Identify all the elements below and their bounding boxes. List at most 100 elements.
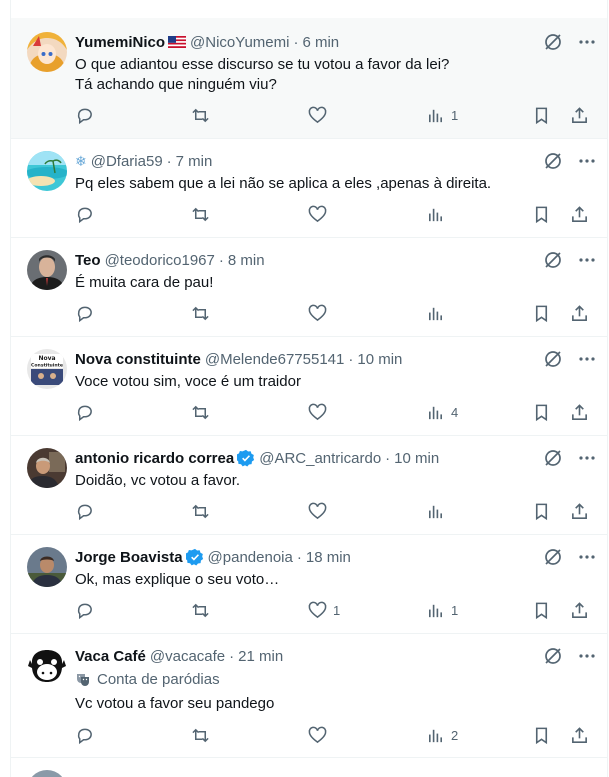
display-name[interactable]: Jorge Boavista (75, 549, 183, 566)
share-button[interactable] (570, 106, 589, 125)
tweet[interactable]: antonio ricardo correa @ARC_antricardo ·… (11, 436, 607, 535)
avatar[interactable] (27, 32, 67, 72)
grok-icon[interactable] (543, 349, 563, 369)
verified-badge-icon[interactable] (237, 449, 255, 467)
theater-masks-icon (77, 674, 89, 686)
like-button[interactable]: 1 (308, 601, 340, 620)
avatar[interactable] (27, 250, 67, 290)
repost-button[interactable] (191, 403, 210, 422)
timestamp[interactable]: 10 min (357, 351, 402, 368)
bookmark-button[interactable] (532, 502, 551, 521)
timestamp[interactable]: 6 min (302, 34, 339, 51)
repost-button[interactable] (191, 304, 210, 323)
tweet[interactable]: Vaca Café @vacacafe · 21 min Conta de pa… (11, 634, 607, 758)
more-icon[interactable] (577, 349, 597, 369)
repost-button[interactable] (191, 726, 210, 745)
like-button[interactable] (308, 502, 333, 521)
like-button[interactable] (308, 205, 333, 224)
more-icon[interactable] (577, 151, 597, 171)
tweet[interactable]: Teo @teodorico1967 · 8 min É muita cara … (11, 238, 607, 337)
reply-button[interactable] (75, 403, 94, 422)
display-name[interactable]: YumemiNico (75, 34, 165, 51)
reply-button[interactable] (75, 502, 94, 521)
share-button[interactable] (570, 726, 589, 745)
handle[interactable]: @NicoYumemi (190, 34, 289, 51)
handle[interactable]: @vacacafe (150, 648, 225, 665)
tweet-text-line: Pq eles sabem que a lei não se aplica a … (75, 175, 492, 192)
tweet[interactable]: Nova Constituinte Nova constituinte @Mel… (11, 337, 607, 436)
avatar[interactable] (27, 547, 67, 587)
grok-icon[interactable] (543, 32, 563, 52)
bookmark-button[interactable] (532, 106, 551, 125)
timestamp[interactable]: 18 min (306, 549, 351, 566)
repost-button[interactable] (191, 601, 210, 620)
share-button[interactable] (570, 205, 589, 224)
share-button[interactable] (570, 601, 589, 620)
share-button[interactable] (570, 304, 589, 323)
more-icon[interactable] (577, 32, 597, 52)
bookmark-button[interactable] (532, 304, 551, 323)
timestamp[interactable]: 8 min (228, 252, 265, 269)
views-button[interactable] (426, 205, 451, 224)
views-button[interactable]: 1 (426, 601, 458, 620)
views-button[interactable] (426, 304, 451, 323)
display-name[interactable]: Teo (75, 252, 101, 269)
bookmark-button[interactable] (532, 726, 551, 745)
handle[interactable]: @Melende67755141 (205, 351, 345, 368)
reply-button[interactable] (75, 304, 94, 323)
handle[interactable]: @Dfaria59 (91, 153, 163, 170)
repost-button[interactable] (191, 502, 210, 521)
tweet[interactable]: Jorge Boavista @pandenoia · 18 min Ok, m… (11, 535, 607, 634)
like-button[interactable] (308, 403, 333, 422)
handle[interactable]: @teodorico1967 (105, 252, 215, 269)
timestamp[interactable]: 21 min (238, 648, 283, 665)
heart-icon (308, 726, 327, 744)
reply-button[interactable] (75, 205, 94, 224)
avatar[interactable] (27, 770, 67, 777)
views-button[interactable]: 1 (426, 106, 458, 125)
grok-icon[interactable] (543, 646, 563, 666)
grok-icon[interactable] (543, 250, 563, 270)
tweet-text-line: Doidão, vc votou a favor. (75, 472, 241, 489)
reply-button[interactable] (75, 726, 94, 745)
more-icon[interactable] (577, 646, 597, 666)
reply-button[interactable] (75, 601, 94, 620)
tweet[interactable]: ❄ @Dfaria59 · 7 min Pq eles sabem que a … (11, 139, 607, 238)
avatar[interactable] (27, 448, 67, 488)
share-button[interactable] (570, 403, 589, 422)
verified-badge-icon[interactable] (185, 548, 204, 566)
handle[interactable]: @ARC_antricardo (259, 450, 381, 467)
like-button[interactable] (308, 304, 333, 323)
grok-icon[interactable] (543, 151, 563, 171)
display-name[interactable]: antonio ricardo correa (75, 450, 234, 467)
grok-icon[interactable] (543, 448, 563, 468)
repost-button[interactable] (191, 205, 210, 224)
display-name[interactable]: Nova constituinte (75, 351, 201, 368)
reply-button[interactable] (75, 106, 94, 125)
handle[interactable]: @pandenoia (208, 549, 293, 566)
grok-icon[interactable] (543, 547, 563, 567)
like-button[interactable] (308, 106, 333, 125)
more-icon[interactable] (577, 250, 597, 270)
more-icon[interactable] (577, 547, 597, 567)
like-button[interactable] (308, 726, 333, 745)
repost-button[interactable] (191, 106, 210, 125)
avatar[interactable] (27, 151, 67, 191)
views-button[interactable]: 4 (426, 403, 458, 422)
bookmark-button[interactable] (532, 403, 551, 422)
bookmark-button[interactable] (532, 601, 551, 620)
avatar[interactable]: Nova Constituinte (27, 349, 67, 389)
bookmark-button[interactable] (532, 205, 551, 224)
view-count: 1 (451, 108, 459, 123)
display-name[interactable]: Vaca Café (75, 648, 146, 665)
avatar[interactable] (27, 646, 67, 686)
timestamp[interactable]: 10 min (394, 450, 439, 467)
tweet[interactable] (11, 758, 607, 777)
views-button[interactable]: 2 (426, 726, 458, 745)
timestamp[interactable]: 7 min (176, 153, 213, 170)
views-button[interactable] (426, 502, 451, 521)
heart-icon (308, 403, 327, 421)
tweet[interactable]: YumemiNico @NicoYumemi · 6 min O que adi… (11, 18, 607, 139)
more-icon[interactable] (577, 448, 597, 468)
share-button[interactable] (570, 502, 589, 521)
